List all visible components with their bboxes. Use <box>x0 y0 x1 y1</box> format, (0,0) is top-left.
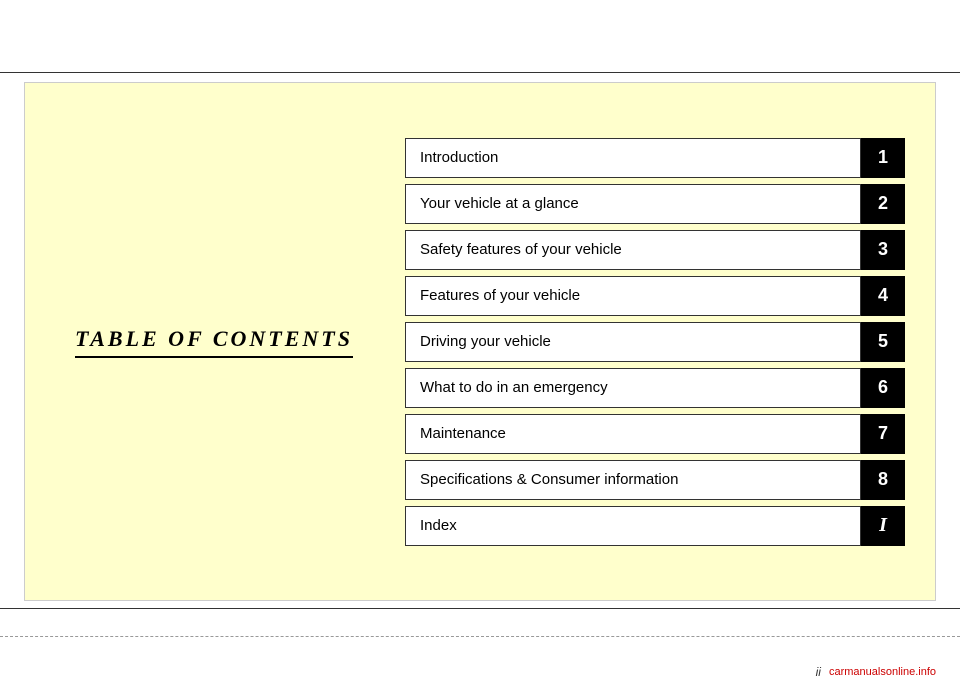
toc-item-number: 5 <box>861 322 905 362</box>
toc-item-number: I <box>861 506 905 546</box>
toc-item-number: 7 <box>861 414 905 454</box>
toc-row[interactable]: Features of your vehicle4 <box>405 276 905 316</box>
toc-item-number: 4 <box>861 276 905 316</box>
toc-row[interactable]: Introduction1 <box>405 138 905 178</box>
toc-row[interactable]: Specifications & Consumer information8 <box>405 460 905 500</box>
toc-row[interactable]: What to do in an emergency6 <box>405 368 905 408</box>
toc-item-label: Your vehicle at a glance <box>405 184 861 224</box>
main-content-area: TABLE OF CONTENTS Introduction1Your vehi… <box>24 82 936 601</box>
toc-item-label: Maintenance <box>405 414 861 454</box>
toc-item-label: Specifications & Consumer information <box>405 460 861 500</box>
left-panel: TABLE OF CONTENTS <box>55 326 395 358</box>
toc-item-label: Features of your vehicle <box>405 276 861 316</box>
toc-row[interactable]: Driving your vehicle5 <box>405 322 905 362</box>
toc-item-label: What to do in an emergency <box>405 368 861 408</box>
toc-item-label: Safety features of your vehicle <box>405 230 861 270</box>
toc-item-number: 2 <box>861 184 905 224</box>
dotted-divider <box>0 636 960 637</box>
footer: ii carmanualsonline.info <box>816 665 936 679</box>
toc-item-label: Index <box>405 506 861 546</box>
toc-item-number: 3 <box>861 230 905 270</box>
bottom-divider <box>0 608 960 609</box>
toc-row[interactable]: Your vehicle at a glance2 <box>405 184 905 224</box>
toc-item-number: 1 <box>861 138 905 178</box>
toc-item-label: Driving your vehicle <box>405 322 861 362</box>
toc-item-number: 8 <box>861 460 905 500</box>
toc-row[interactable]: Safety features of your vehicle3 <box>405 230 905 270</box>
toc-item-number: 6 <box>861 368 905 408</box>
footer-site: carmanualsonline.info <box>829 666 936 678</box>
top-divider <box>0 72 960 73</box>
toc-row[interactable]: IndexI <box>405 506 905 546</box>
page-number: ii <box>816 665 821 679</box>
toc-title: TABLE OF CONTENTS <box>75 326 353 358</box>
toc-row[interactable]: Maintenance7 <box>405 414 905 454</box>
toc-item-label: Introduction <box>405 138 861 178</box>
toc-list: Introduction1Your vehicle at a glance2Sa… <box>395 138 905 546</box>
